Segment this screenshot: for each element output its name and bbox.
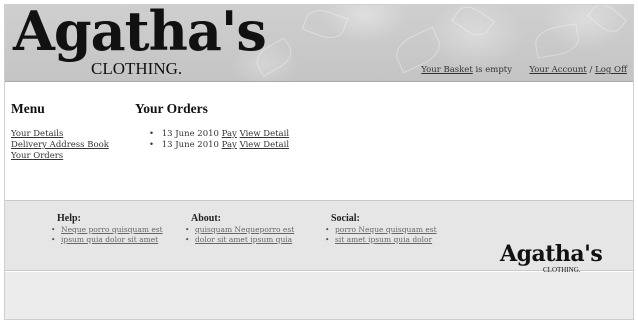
footer-list-item: • sit amet ipsum quia dolor [325,235,437,245]
basket-status: is empty [475,65,513,75]
footer-help-link[interactable]: Neque porro quisquam est [61,225,163,234]
site-header: Agatha's CLOTHING. Your Basket is empty … [5,5,633,82]
bullet: • [149,140,155,150]
footer-logo[interactable]: Agatha's [500,241,603,267]
footer-list-item: • ipsum quia dolor sit amet [51,235,163,245]
footer-list-item: • Neque porro quisquam est [51,225,163,235]
bullet: • [149,129,155,139]
footer-help-link[interactable]: ipsum quia dolor sit amet [61,235,158,244]
bullet: • [185,235,190,244]
header-ornament [586,5,628,38]
pay-link[interactable]: Pay [222,140,237,150]
bullet: • [325,235,330,244]
account-menu: Menu Your Details Delivery Address Book … [11,101,121,162]
link-separator: / [589,65,593,75]
browser-viewport: Agatha's CLOTHING. Your Basket is empty … [4,4,634,320]
bullet: • [325,225,330,234]
bullet: • [185,225,190,234]
order-date: 13 June 2010 [161,140,219,150]
menu-item-your-details[interactable]: Your Details [11,129,121,140]
footer-social-title: Social: [331,213,360,224]
logoff-link[interactable]: Log Off [595,65,627,75]
header-ornament [532,23,582,59]
basket-link[interactable]: Your Basket [421,65,473,75]
footer-help-column: Help: • Neque porro quisquam est • ipsum q… [51,213,163,245]
footer-about-column: About: • quisquam Nequeporro est • dolor s… [185,213,294,245]
view-detail-link[interactable]: View Detail [240,140,289,150]
page-bottom-area [5,272,633,319]
footer-social-column: Social: • porro Neque quisquam est • sit a… [325,213,437,245]
footer-about-link[interactable]: dolor sit amet ipsum quia [195,235,292,244]
bullet: • [51,235,56,244]
menu-item-your-orders[interactable]: Your Orders [11,151,121,162]
site-footer: Help: • Neque porro quisquam est • ipsum q… [5,200,633,274]
site-logo[interactable]: Agatha's [13,5,267,63]
footer-about-link[interactable]: quisquam Nequeporro est [195,225,294,234]
footer-about-title: About: [191,213,222,224]
footer-social-link[interactable]: porro Neque quisquam est [335,225,437,234]
footer-help-title: Help: [57,213,81,224]
orders-section: Your Orders • 13 June 2010 Pay View Deta… [135,101,435,151]
pay-link[interactable]: Pay [222,129,237,139]
footer-list-item: • quisquam Nequeporro est [185,225,294,235]
main-content: Menu Your Details Delivery Address Book … [5,83,633,200]
order-date: 13 June 2010 [161,129,219,139]
header-ornament [451,5,495,42]
bullet: • [51,225,56,234]
header-ornament [301,5,349,44]
order-row: • 13 June 2010 Pay View Detail [149,129,435,140]
orders-title: Your Orders [135,101,208,116]
footer-list-item: • dolor sit amet ipsum quia [185,235,294,245]
site-logo-tagline: CLOTHING. [91,59,183,78]
order-row: • 13 June 2010 Pay View Detail [149,140,435,151]
orders-list: • 13 June 2010 Pay View Detail • 13 June… [149,129,435,151]
footer-list-item: • porro Neque quisquam est [325,225,437,235]
account-link[interactable]: Your Account [529,65,586,75]
menu-item-delivery-address-book[interactable]: Delivery Address Book [11,140,121,151]
header-account-links: Your Basket is empty Your Account / Log … [421,65,627,75]
menu-title: Menu [11,101,45,116]
footer-social-link[interactable]: sit amet ipsum quia dolor [335,235,432,244]
view-detail-link[interactable]: View Detail [240,129,289,139]
